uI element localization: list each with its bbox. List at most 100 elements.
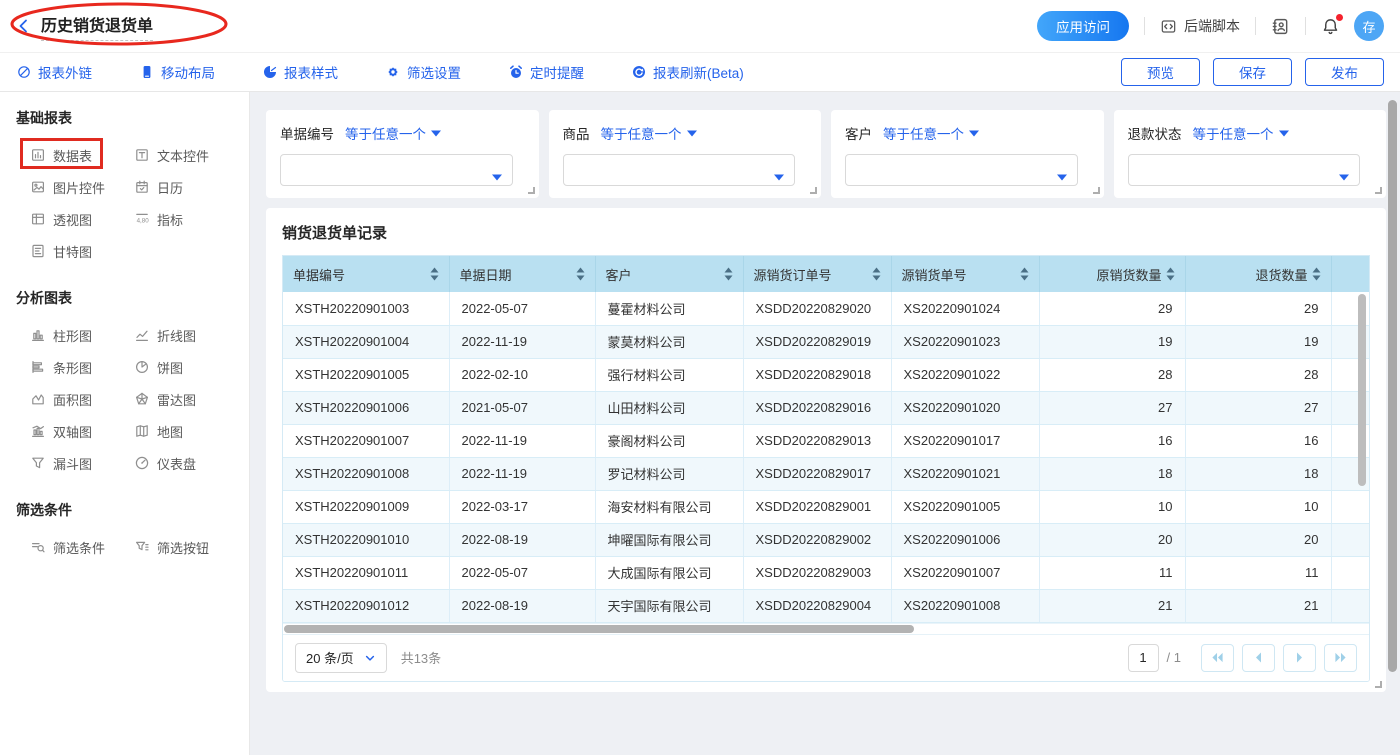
sidebar-item-radar-chart[interactable]: 雷达图 (134, 383, 249, 415)
column-header-2[interactable]: 单据日期 (449, 256, 595, 292)
filter-operator-dropdown[interactable]: 等于任意一个 (1193, 123, 1289, 143)
toolbar-item-report-refresh[interactable]: 报表刷新(Beta) (631, 62, 744, 82)
sidebar-item-data-table[interactable]: 数据表 (30, 139, 134, 171)
sort-icon[interactable] (576, 267, 585, 281)
resize-handle[interactable] (810, 187, 817, 194)
sidebar-item-gauge[interactable]: 仪表盘 (134, 447, 249, 479)
sidebar-item-bar-chart[interactable]: 条形图 (30, 351, 134, 383)
table-row[interactable]: XSTH202209010042022-11-19蒙莫材料公司XSDD20220… (283, 325, 1369, 358)
sidebar-item-label: 日历 (157, 178, 183, 197)
table-horizontal-scrollbar[interactable] (284, 625, 914, 633)
table-row[interactable]: XSTH202209010122022-08-19天宇国际有限公司XSDD202… (283, 589, 1369, 622)
filter-operator-label: 等于任意一个 (1193, 123, 1274, 143)
table-cell: 罗记材料公司 (595, 457, 743, 490)
resize-handle[interactable] (528, 187, 535, 194)
last-page-button[interactable] (1324, 644, 1357, 672)
sidebar-item-filter-btn[interactable]: 筛选按钮 (134, 531, 249, 563)
toolbar-item-mobile-layout[interactable]: 移动布局 (139, 62, 215, 82)
column-header-5[interactable]: 源销货单号 (891, 256, 1039, 292)
sort-icon[interactable] (430, 267, 439, 281)
page-vertical-scrollbar[interactable] (1388, 100, 1397, 672)
sidebar-item-metric[interactable]: 4,80指标 (134, 203, 249, 235)
contacts-button[interactable] (1271, 17, 1290, 36)
sidebar-item-calendar[interactable]: 日历 (134, 171, 249, 203)
sidebar-item-funnel[interactable]: 漏斗图 (30, 447, 134, 479)
first-page-button[interactable] (1201, 644, 1234, 672)
filter-operator-dropdown[interactable]: 等于任意一个 (345, 123, 441, 143)
toolbar-item-report-style[interactable]: 报表样式 (262, 62, 338, 82)
sidebar-item-line-chart[interactable]: 折线图 (134, 319, 249, 351)
table-row[interactable]: XSTH202209010112022-05-07大成国际有限公司XSDD202… (283, 556, 1369, 589)
sort-icon[interactable] (872, 267, 881, 281)
app-access-button[interactable]: 应用访问 (1037, 11, 1129, 41)
table-cell: XS20220901022 (891, 358, 1039, 391)
column-header-7[interactable]: 退货数量 (1185, 256, 1331, 292)
column-header-4[interactable]: 源销货订单号 (743, 256, 891, 292)
prev-page-button[interactable] (1242, 644, 1275, 672)
table-row[interactable]: XSTH202209010062021-05-07山田材料公司XSDD20220… (283, 391, 1369, 424)
sidebar-item-label: 面积图 (53, 390, 92, 409)
sort-icon[interactable] (1020, 267, 1029, 281)
toolbar-item-report-link[interactable]: 报表外链 (16, 62, 92, 82)
toolbar-item-timed-reminder[interactable]: 定时提醒 (508, 62, 584, 82)
table-cell: 18 (1039, 457, 1185, 490)
resize-handle[interactable] (1375, 681, 1382, 688)
filter-operator-dropdown[interactable]: 等于任意一个 (601, 123, 697, 143)
column-header-8[interactable]: 合计金额 (1331, 256, 1369, 292)
alarm-icon (508, 64, 524, 80)
filter-operator-dropdown[interactable]: 等于任意一个 (883, 123, 979, 143)
backend-script-button[interactable]: 后端脚本 (1160, 16, 1240, 36)
page-size-select[interactable]: 20 条/页 (295, 643, 387, 673)
resize-handle[interactable] (1093, 187, 1100, 194)
sidebar-item-pivot[interactable]: 透视图 (30, 203, 134, 235)
next-page-button[interactable] (1283, 644, 1316, 672)
sidebar-item-pie-chart[interactable]: 饼图 (134, 351, 249, 383)
table-row[interactable]: XSTH202209010032022-05-07蔓霍材料公司XSDD20220… (283, 292, 1369, 325)
filter-value-select[interactable] (845, 154, 1078, 186)
table-row[interactable]: XSTH202209010092022-03-17海安材料有限公司XSDD202… (283, 490, 1369, 523)
preview-button[interactable]: 预览 (1121, 58, 1200, 86)
save-button[interactable]: 保存 (1213, 58, 1292, 86)
table-cell: 19 (1039, 325, 1185, 358)
column-header-6[interactable]: 原销货数量 (1039, 256, 1185, 292)
sidebar-item-dual-axis[interactable]: 双轴图 (30, 415, 134, 447)
table-row[interactable]: XSTH202209010102022-08-19坤曜国际有限公司XSDD202… (283, 523, 1369, 556)
column-header-3[interactable]: 客户 (595, 256, 743, 292)
sort-icon[interactable] (1312, 267, 1321, 281)
sidebar-item-image-widget[interactable]: 图片控件 (30, 171, 134, 203)
notifications-button[interactable] (1321, 17, 1340, 36)
gauge-icon (134, 455, 150, 471)
filter-value-select[interactable] (280, 154, 513, 186)
filter-value-select[interactable] (1128, 154, 1361, 186)
table-cell: 2022-08-19 (449, 589, 595, 622)
publish-button[interactable]: 发布 (1305, 58, 1384, 86)
toolbar-item-filter-setting[interactable]: 筛选设置 (385, 62, 461, 82)
filter-field-label: 退款状态 (1128, 123, 1182, 143)
sidebar-item-column-chart[interactable]: 柱形图 (30, 319, 134, 351)
sidebar-item-filter-cond[interactable]: 筛选条件 (30, 531, 134, 563)
sidebar-item-map[interactable]: 地图 (134, 415, 249, 447)
sort-icon[interactable] (724, 267, 733, 281)
refresh-icon (631, 64, 647, 80)
sidebar-item-area-chart[interactable]: 面积图 (30, 383, 134, 415)
filter-value-select[interactable] (563, 154, 796, 186)
resize-handle[interactable] (1375, 187, 1382, 194)
sidebar-item-text-widget[interactable]: 文本控件 (134, 139, 249, 171)
back-button[interactable] (16, 18, 32, 34)
column-header-1[interactable]: 单据编号 (283, 256, 449, 292)
data-table-widget[interactable]: 销货退货单记录 单据编号单据日期客户源销货订单号源销货单号原销货数量退货数量合计… (266, 208, 1386, 692)
sort-icon[interactable] (1166, 267, 1175, 281)
user-avatar[interactable]: 存 (1354, 11, 1384, 41)
table-cell: 山田材料公司 (595, 391, 743, 424)
filter-operator-label: 等于任意一个 (883, 123, 964, 143)
current-page-input[interactable]: 1 (1128, 644, 1159, 672)
sidebar-item-gantt[interactable]: 甘特图 (30, 235, 134, 267)
table-row[interactable]: XSTH202209010052022-02-10强行材料公司XSDD20220… (283, 358, 1369, 391)
table-row[interactable]: XSTH202209010072022-11-19豪阁材料公司XSDD20220… (283, 424, 1369, 457)
table-vertical-scrollbar[interactable] (1358, 294, 1366, 486)
table-row[interactable]: XSTH202209010082022-11-19罗记材料公司XSDD20220… (283, 457, 1369, 490)
table-cell: 蔓霍材料公司 (595, 292, 743, 325)
filter-head: 退款状态等于任意一个 (1128, 123, 1373, 143)
filter-head: 单据编号等于任意一个 (280, 123, 525, 143)
table-cell: XSTH20220901010 (283, 523, 449, 556)
